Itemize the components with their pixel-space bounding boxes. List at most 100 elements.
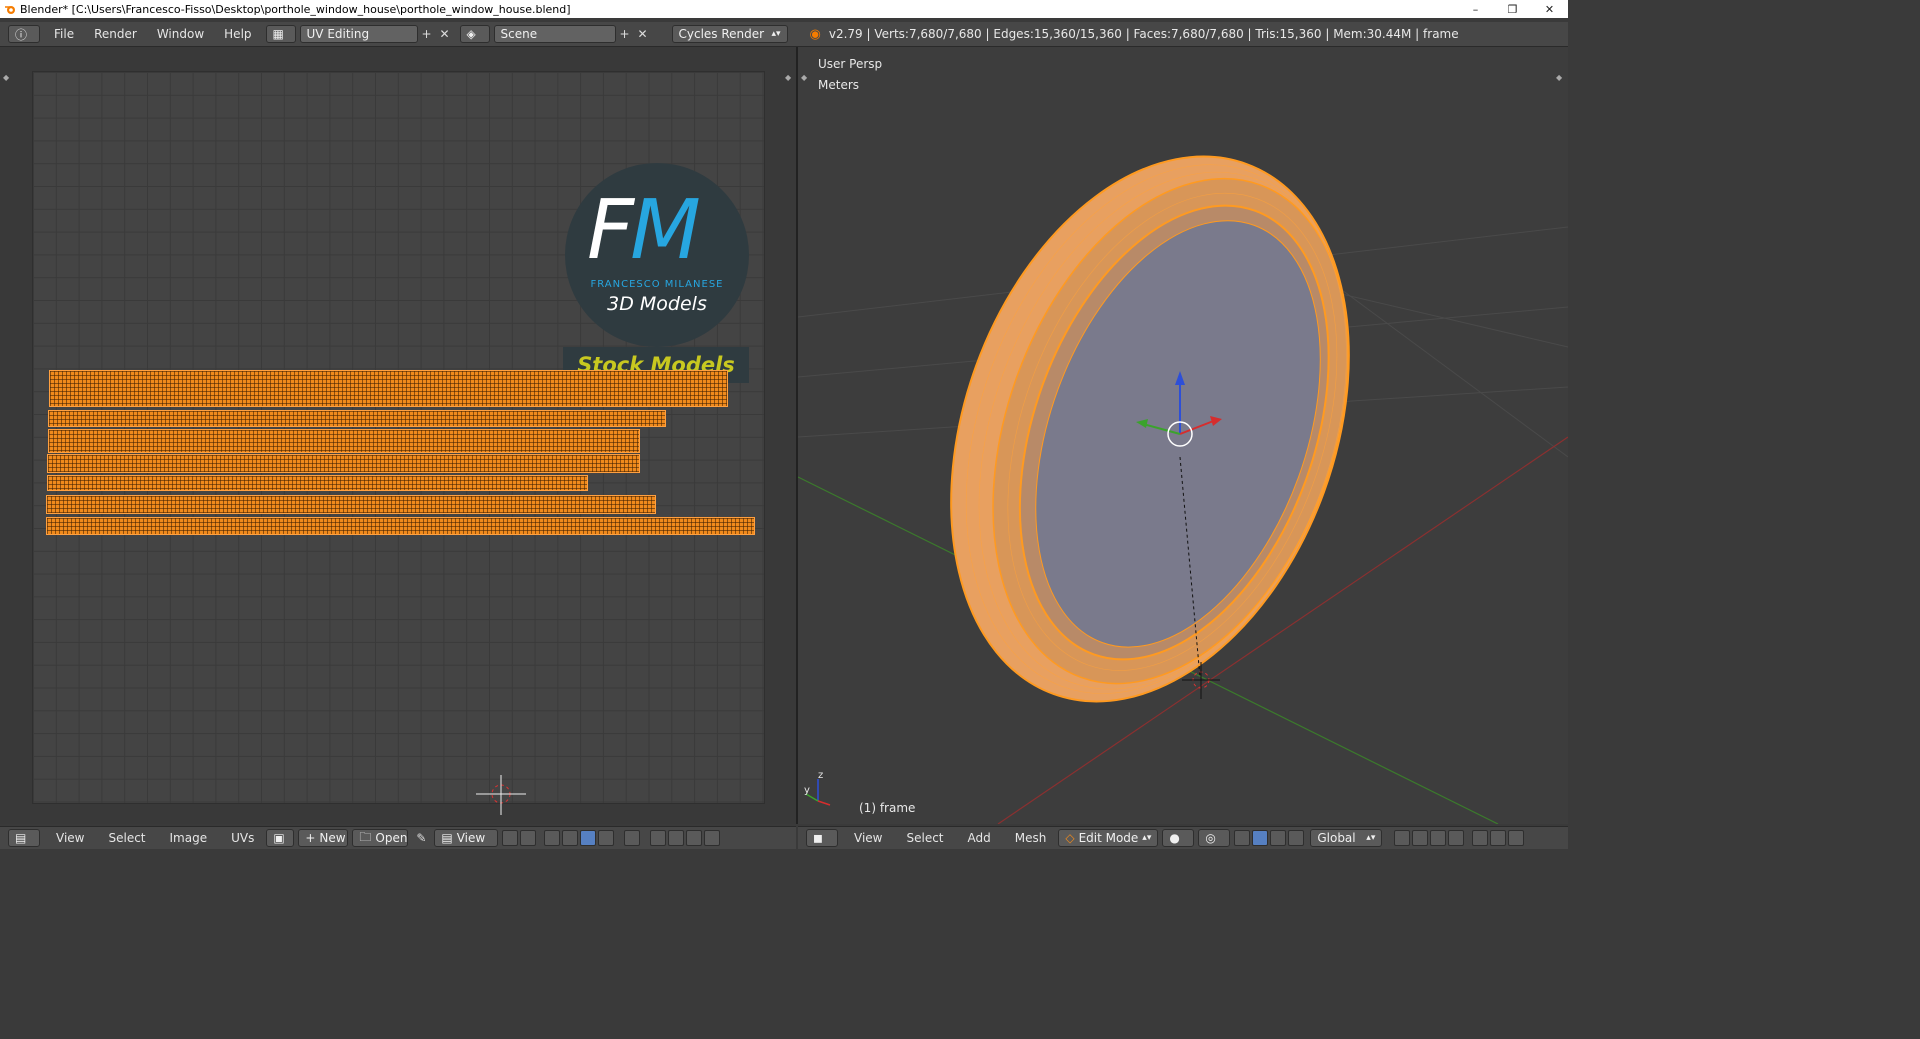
3d-viewport[interactable]: ◆ ◆ User Persp Meters z y (1) frame [798, 47, 1568, 824]
editor-type-info-button[interactable]: ⓘ [8, 25, 40, 43]
area-corner-widget[interactable]: ◆ [3, 73, 9, 82]
sync-selection-icon[interactable] [520, 830, 537, 846]
edit-mode-icon: ◇ [1065, 831, 1075, 845]
uv-island[interactable] [47, 475, 588, 491]
delete-scene-icon[interactable]: ✕ [634, 25, 652, 43]
info-icon: ⓘ [15, 27, 28, 42]
new-image-label: New [319, 831, 346, 845]
snap-target-icon[interactable] [686, 830, 703, 846]
editor-type-image-button[interactable]: ▤ [8, 829, 40, 847]
uv-island[interactable] [48, 410, 666, 427]
window-title: Blender* [C:\Users\Francesco-Fisso\Deskt… [20, 2, 571, 16]
close-button[interactable]: ✕ [1531, 0, 1568, 18]
channel-icon[interactable] [704, 830, 721, 846]
uv-menu-uvs[interactable]: UVs [219, 831, 266, 845]
logo-letter-m: M [630, 183, 701, 278]
uv-menu-select[interactable]: Select [96, 831, 157, 845]
screen-layout-field[interactable]: UV Editing [299, 25, 418, 43]
sphere-icon: ● [1169, 831, 1180, 845]
chevron-updown-icon: ▴▾ [1366, 833, 1376, 843]
blender-logo-icon [5, 6, 15, 14]
proportional-edit-icon[interactable] [1472, 830, 1489, 846]
menu-render[interactable]: Render [84, 27, 147, 41]
axis-y-label: y [804, 785, 810, 796]
editor-type-3d-button[interactable]: ◼ [806, 829, 838, 847]
cube-icon: ◼ [813, 831, 823, 845]
render-engine-dropdown[interactable]: Cycles Render ▴▾ [671, 25, 788, 43]
uv-image-editor[interactable]: ◆ ◆ FM FRANCESCO MILANESE 3D Models Stoc… [0, 47, 796, 824]
image-browse-button[interactable]: ▣ [266, 829, 295, 847]
select-vertex-icon[interactable] [1394, 830, 1411, 846]
uv-island[interactable] [47, 454, 640, 473]
uv-menu-image[interactable]: Image [158, 831, 220, 845]
select-edge-icon[interactable] [1412, 830, 1429, 846]
snap-icon[interactable] [668, 830, 685, 846]
add-screen-icon[interactable]: + [418, 25, 436, 43]
window-titlebar: Blender* [C:\Users\Francesco-Fisso\Deskt… [0, 0, 1568, 18]
select-edge-icon[interactable] [562, 830, 579, 846]
render-engine-label: Cycles Render [678, 27, 765, 41]
2d-cursor-icon [476, 775, 526, 815]
vp-menu-mesh[interactable]: Mesh [1003, 831, 1059, 845]
pivot-icon[interactable] [502, 830, 519, 846]
limit-to-visible-icon[interactable] [1448, 830, 1465, 846]
layout-icon: ▦ [272, 27, 284, 41]
menu-window[interactable]: Window [147, 27, 214, 41]
blender-logo-icon: ◉ [809, 26, 821, 42]
vp-menu-view[interactable]: View [842, 831, 894, 845]
logo-letter-f: F [587, 183, 634, 278]
scale-manipulator-icon[interactable] [1288, 830, 1305, 846]
area-corner-widget[interactable]: ◆ [785, 73, 791, 82]
sticky-mode-icon[interactable] [624, 830, 641, 846]
select-face-icon[interactable] [1430, 830, 1447, 846]
uv-island[interactable] [49, 370, 728, 407]
scene-field[interactable]: Scene [493, 25, 616, 43]
open-image-label: Open [375, 831, 408, 845]
rotate-manipulator-icon[interactable] [1270, 830, 1287, 846]
manipulator-toggle-icon[interactable] [1234, 830, 1251, 846]
uv-island[interactable] [48, 429, 640, 453]
pin-icon[interactable]: ✎ [412, 829, 430, 847]
snap-icon[interactable] [1490, 830, 1507, 846]
viewport-scene [798, 155, 1568, 824]
translate-manipulator-icon[interactable] [1252, 830, 1269, 846]
select-face-icon[interactable] [580, 830, 597, 846]
units-label: Meters [818, 78, 860, 92]
logo-tagline: 3D Models [607, 293, 707, 315]
select-island-icon[interactable] [598, 830, 615, 846]
screen-layout-browse-button[interactable]: ▦ [265, 25, 296, 43]
chevron-updown-icon: ▴▾ [771, 29, 781, 39]
scene-browse-button[interactable]: ◈ [459, 25, 490, 43]
viewport-shading-dropdown[interactable]: ● [1162, 829, 1195, 847]
minimize-button[interactable]: – [1457, 0, 1494, 18]
maximize-button[interactable]: ❐ [1494, 0, 1531, 18]
uv-island[interactable] [46, 517, 755, 535]
3d-viewport-header: ◼ View Select Add Mesh ◇ Edit Mode ▴▾ ● … [798, 826, 1568, 849]
interaction-mode-label: Edit Mode [1078, 831, 1139, 845]
uv-menu-view[interactable]: View [44, 831, 96, 845]
open-image-button[interactable]: 🗀 Open [352, 829, 409, 847]
add-scene-icon[interactable]: + [616, 25, 634, 43]
menu-file[interactable]: File [44, 27, 84, 41]
folder-icon: 🗀 [359, 829, 372, 844]
select-vertex-icon[interactable] [544, 830, 561, 846]
new-image-button[interactable]: + New [298, 829, 349, 847]
view-name-label: User Persp [818, 57, 883, 71]
pivot-point-dropdown[interactable]: ◎ [1198, 829, 1231, 847]
transform-orientation-dropdown[interactable]: Global ▴▾ [1310, 829, 1383, 847]
scene-icon: ◈ [466, 27, 476, 41]
vp-menu-select[interactable]: Select [894, 831, 955, 845]
image-mode-dropdown[interactable]: ▤ View [434, 829, 499, 847]
plus-icon: + [305, 831, 316, 845]
menu-help[interactable]: Help [214, 27, 261, 41]
proportional-edit-icon[interactable] [650, 830, 667, 846]
interaction-mode-dropdown[interactable]: ◇ Edit Mode ▴▾ [1058, 829, 1159, 847]
uv-island[interactable] [46, 495, 656, 514]
delete-screen-icon[interactable]: ✕ [436, 25, 454, 43]
vp-menu-add[interactable]: Add [956, 831, 1003, 845]
image-mode-label: View [456, 831, 486, 845]
logo-subtitle: FRANCESCO MILANESE [590, 279, 724, 290]
pivot-icon: ◎ [1205, 831, 1216, 845]
snap-element-icon[interactable] [1508, 830, 1525, 846]
image-icon: ▣ [273, 831, 285, 845]
